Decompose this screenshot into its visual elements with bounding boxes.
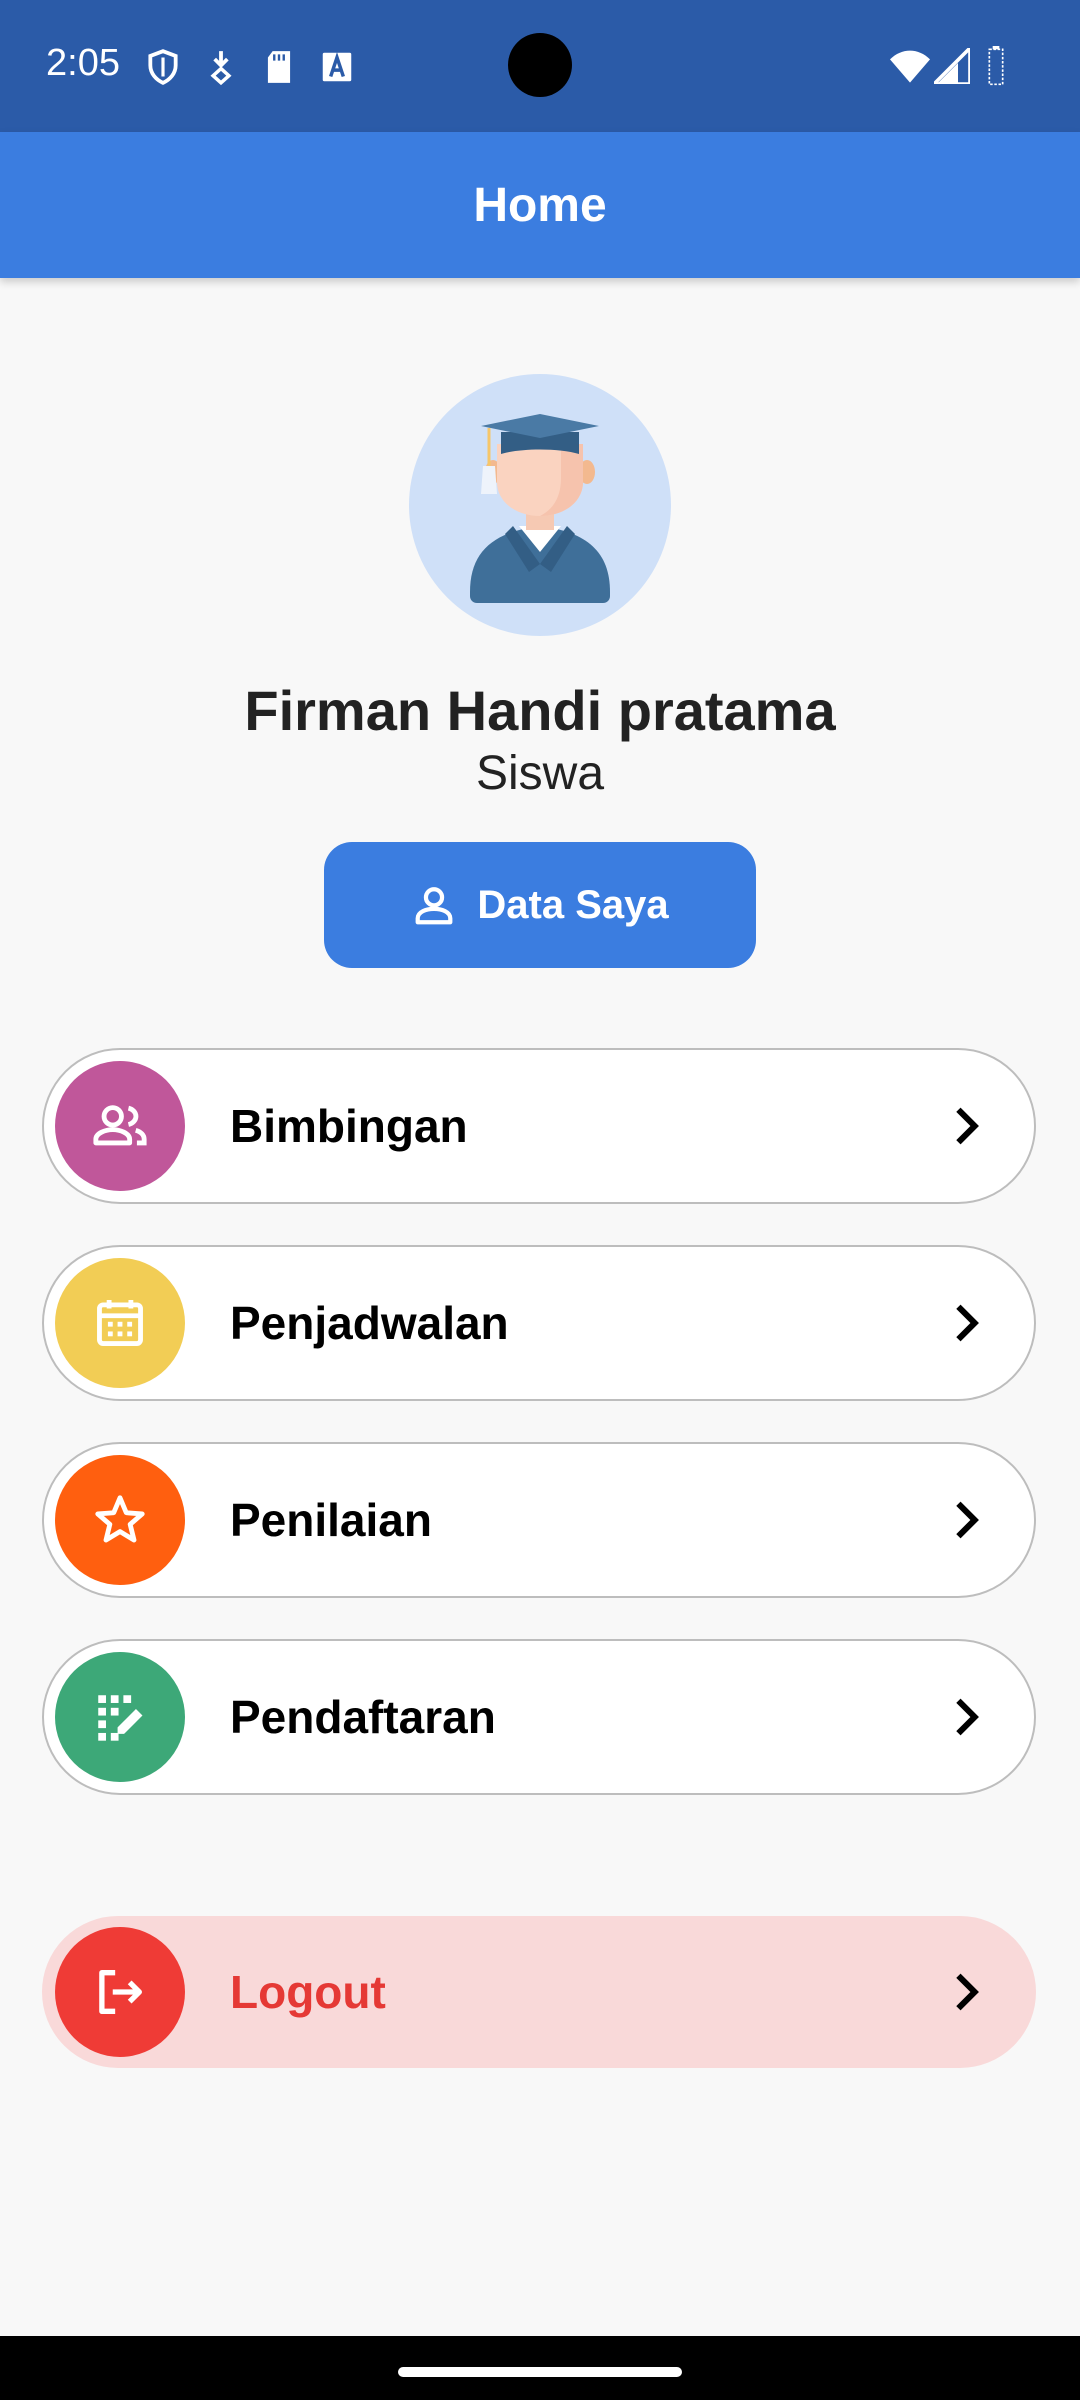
menu-label: Pendaftaran bbox=[230, 1691, 496, 1743]
menu-icon-circle bbox=[55, 1258, 185, 1388]
menu-item-penilaian[interactable]: Penilaian bbox=[42, 1442, 1036, 1598]
camera-cutout bbox=[508, 33, 572, 97]
group-icon bbox=[93, 1105, 147, 1146]
menu-icon-circle bbox=[55, 1927, 185, 2057]
menu-icon-circle bbox=[55, 1061, 185, 1191]
download-notification-icon bbox=[210, 51, 232, 86]
logout-icon bbox=[99, 1970, 142, 2014]
logout-label: Logout bbox=[230, 1966, 386, 2018]
data-saya-button[interactable]: Data Saya bbox=[324, 842, 756, 968]
calendar-icon bbox=[97, 1300, 143, 1346]
wifi-icon bbox=[890, 50, 930, 83]
menu-item-pendaftaran[interactable]: Pendaftaran bbox=[42, 1639, 1036, 1795]
app-bar: Home bbox=[0, 132, 1080, 278]
graduate-icon bbox=[470, 414, 610, 603]
menu-item-bimbingan[interactable]: Bimbingan bbox=[42, 1048, 1036, 1204]
chevron-right-icon bbox=[956, 1973, 979, 2011]
chevron-right-icon bbox=[956, 1501, 979, 1539]
menu-icon-circle bbox=[55, 1652, 185, 1782]
cellular-signal-icon bbox=[934, 48, 970, 84]
shield-icon bbox=[148, 49, 178, 85]
user-role: Siswa bbox=[475, 747, 605, 800]
status-time: 2:05 bbox=[46, 42, 120, 84]
home-gesture-handle[interactable] bbox=[398, 2367, 682, 2377]
chevron-right-icon bbox=[956, 1304, 979, 1342]
menu-label: Bimbingan bbox=[230, 1100, 468, 1152]
star-icon bbox=[95, 1495, 145, 1543]
person-icon bbox=[415, 887, 453, 925]
menu-icon-circle bbox=[55, 1455, 185, 1585]
chevron-right-icon bbox=[956, 1698, 979, 1736]
battery-icon bbox=[988, 46, 1004, 86]
menu-label: Penilaian bbox=[230, 1494, 432, 1546]
menu-item-penjadwalan[interactable]: Penjadwalan bbox=[42, 1245, 1036, 1401]
menu-label: Penjadwalan bbox=[230, 1297, 509, 1349]
sd-card-icon bbox=[267, 51, 291, 83]
chevron-right-icon bbox=[956, 1107, 979, 1145]
status-bar: 2:05 bbox=[0, 0, 1080, 132]
data-saya-label: Data Saya bbox=[477, 882, 669, 927]
user-name: Firman Handi pratama bbox=[244, 679, 836, 742]
page-title: Home bbox=[473, 178, 607, 232]
logout-button[interactable]: Logout bbox=[42, 1916, 1036, 2068]
registration-icon bbox=[98, 1695, 143, 1741]
avatar bbox=[409, 374, 671, 636]
text-a-icon bbox=[322, 51, 352, 82]
